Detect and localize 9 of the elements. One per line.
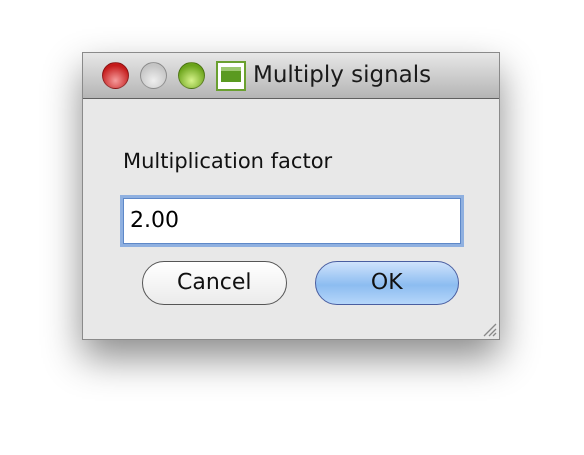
cancel-button[interactable]: Cancel [142,260,286,304]
app-icon [216,60,246,90]
resize-grip-icon[interactable] [481,321,497,337]
close-button[interactable] [102,62,129,89]
ok-button[interactable]: OK [314,260,459,304]
input-field[interactable]: 2.00 [123,198,461,244]
window-title: Multiply signals [253,61,432,90]
field-label: Multiplication factor [123,148,334,175]
zoom-button[interactable] [178,62,205,89]
